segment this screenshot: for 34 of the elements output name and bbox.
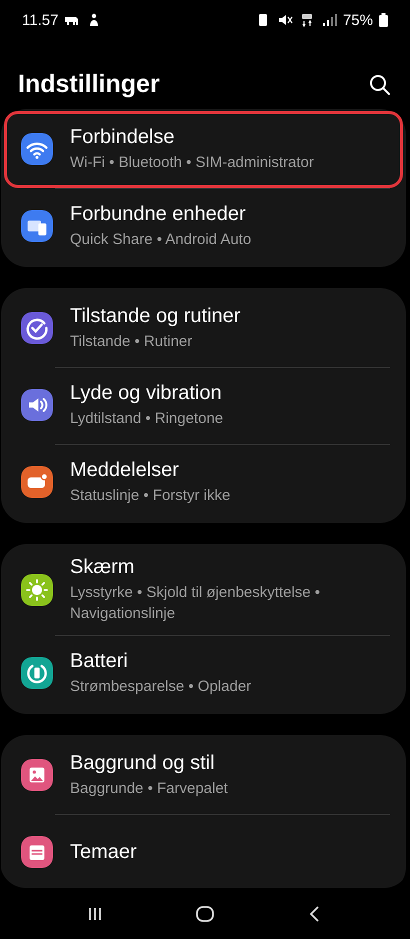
item-subtitle: Statuslinje • Forstyr ikke <box>70 486 230 506</box>
search-button[interactable] <box>368 72 392 96</box>
item-subtitle: Wi-Fi • Bluetooth • SIM-administrator <box>70 152 314 172</box>
settings-item[interactable]: Tilstande og rutiner Tilstande • Rutiner <box>4 290 403 367</box>
item-subtitle: Tilstande • Rutiner <box>70 332 194 352</box>
item-title: Lyde og vibration <box>70 382 223 404</box>
item-title: Forbundne enheder <box>70 202 247 226</box>
settings-item[interactable]: Meddelelser Statuslinje • Forstyr ikke <box>4 444 403 521</box>
battery-icon <box>379 13 388 27</box>
settings-item[interactable]: Temaer <box>4 814 403 888</box>
status-time: 11.57 <box>22 12 58 28</box>
search-icon <box>368 72 392 96</box>
settings-item[interactable]: Forbundne enheder Quick Share • Android Auto <box>4 188 403 265</box>
item-title: Batteri <box>70 650 129 672</box>
item-title: Baggrund og stil <box>70 752 216 774</box>
item-title: Tilstande og rutiner <box>70 304 240 328</box>
settings-item[interactable]: Baggrund og stil Baggrunde • Farvepalet <box>4 737 403 814</box>
item-title: Temaer <box>70 840 137 864</box>
item-title: Skærm <box>70 556 136 579</box>
page-title: Indstillinger <box>18 70 160 99</box>
item-subtitle: Lysstyrke • Skjold til øjenbeskyttelse • Navigationslinje <box>70 583 322 624</box>
settings-item[interactable]: Skærm Lysstyrke • Skjold til øjenbeskyttelse • Navigationslinje <box>4 546 403 635</box>
item-subtitle: Quick Share • Android Auto <box>70 230 252 250</box>
settings-item[interactable]: Lyde og vibration Lydtilstand • Ringetone <box>4 367 403 444</box>
mute-icon <box>276 12 293 28</box>
item-subtitle: Lydtilstand • Ringetone <box>70 408 224 428</box>
battery-percentage: 75% <box>342 12 373 28</box>
settings-item[interactable]: Forbindelse Wi-Fi • Bluetooth • SIM-administrator <box>4 111 403 188</box>
item-subtitle: Strømbesparelse • Oplader <box>70 676 252 696</box>
signal-icon <box>320 12 337 28</box>
item-title: Meddelelser <box>70 458 180 482</box>
item-title: Forbindelse <box>70 126 176 148</box>
settings-item[interactable]: Batteri Strømbesparelse • Oplader <box>4 635 403 712</box>
item-subtitle: Baggrunde • Farvepalet <box>70 778 228 798</box>
